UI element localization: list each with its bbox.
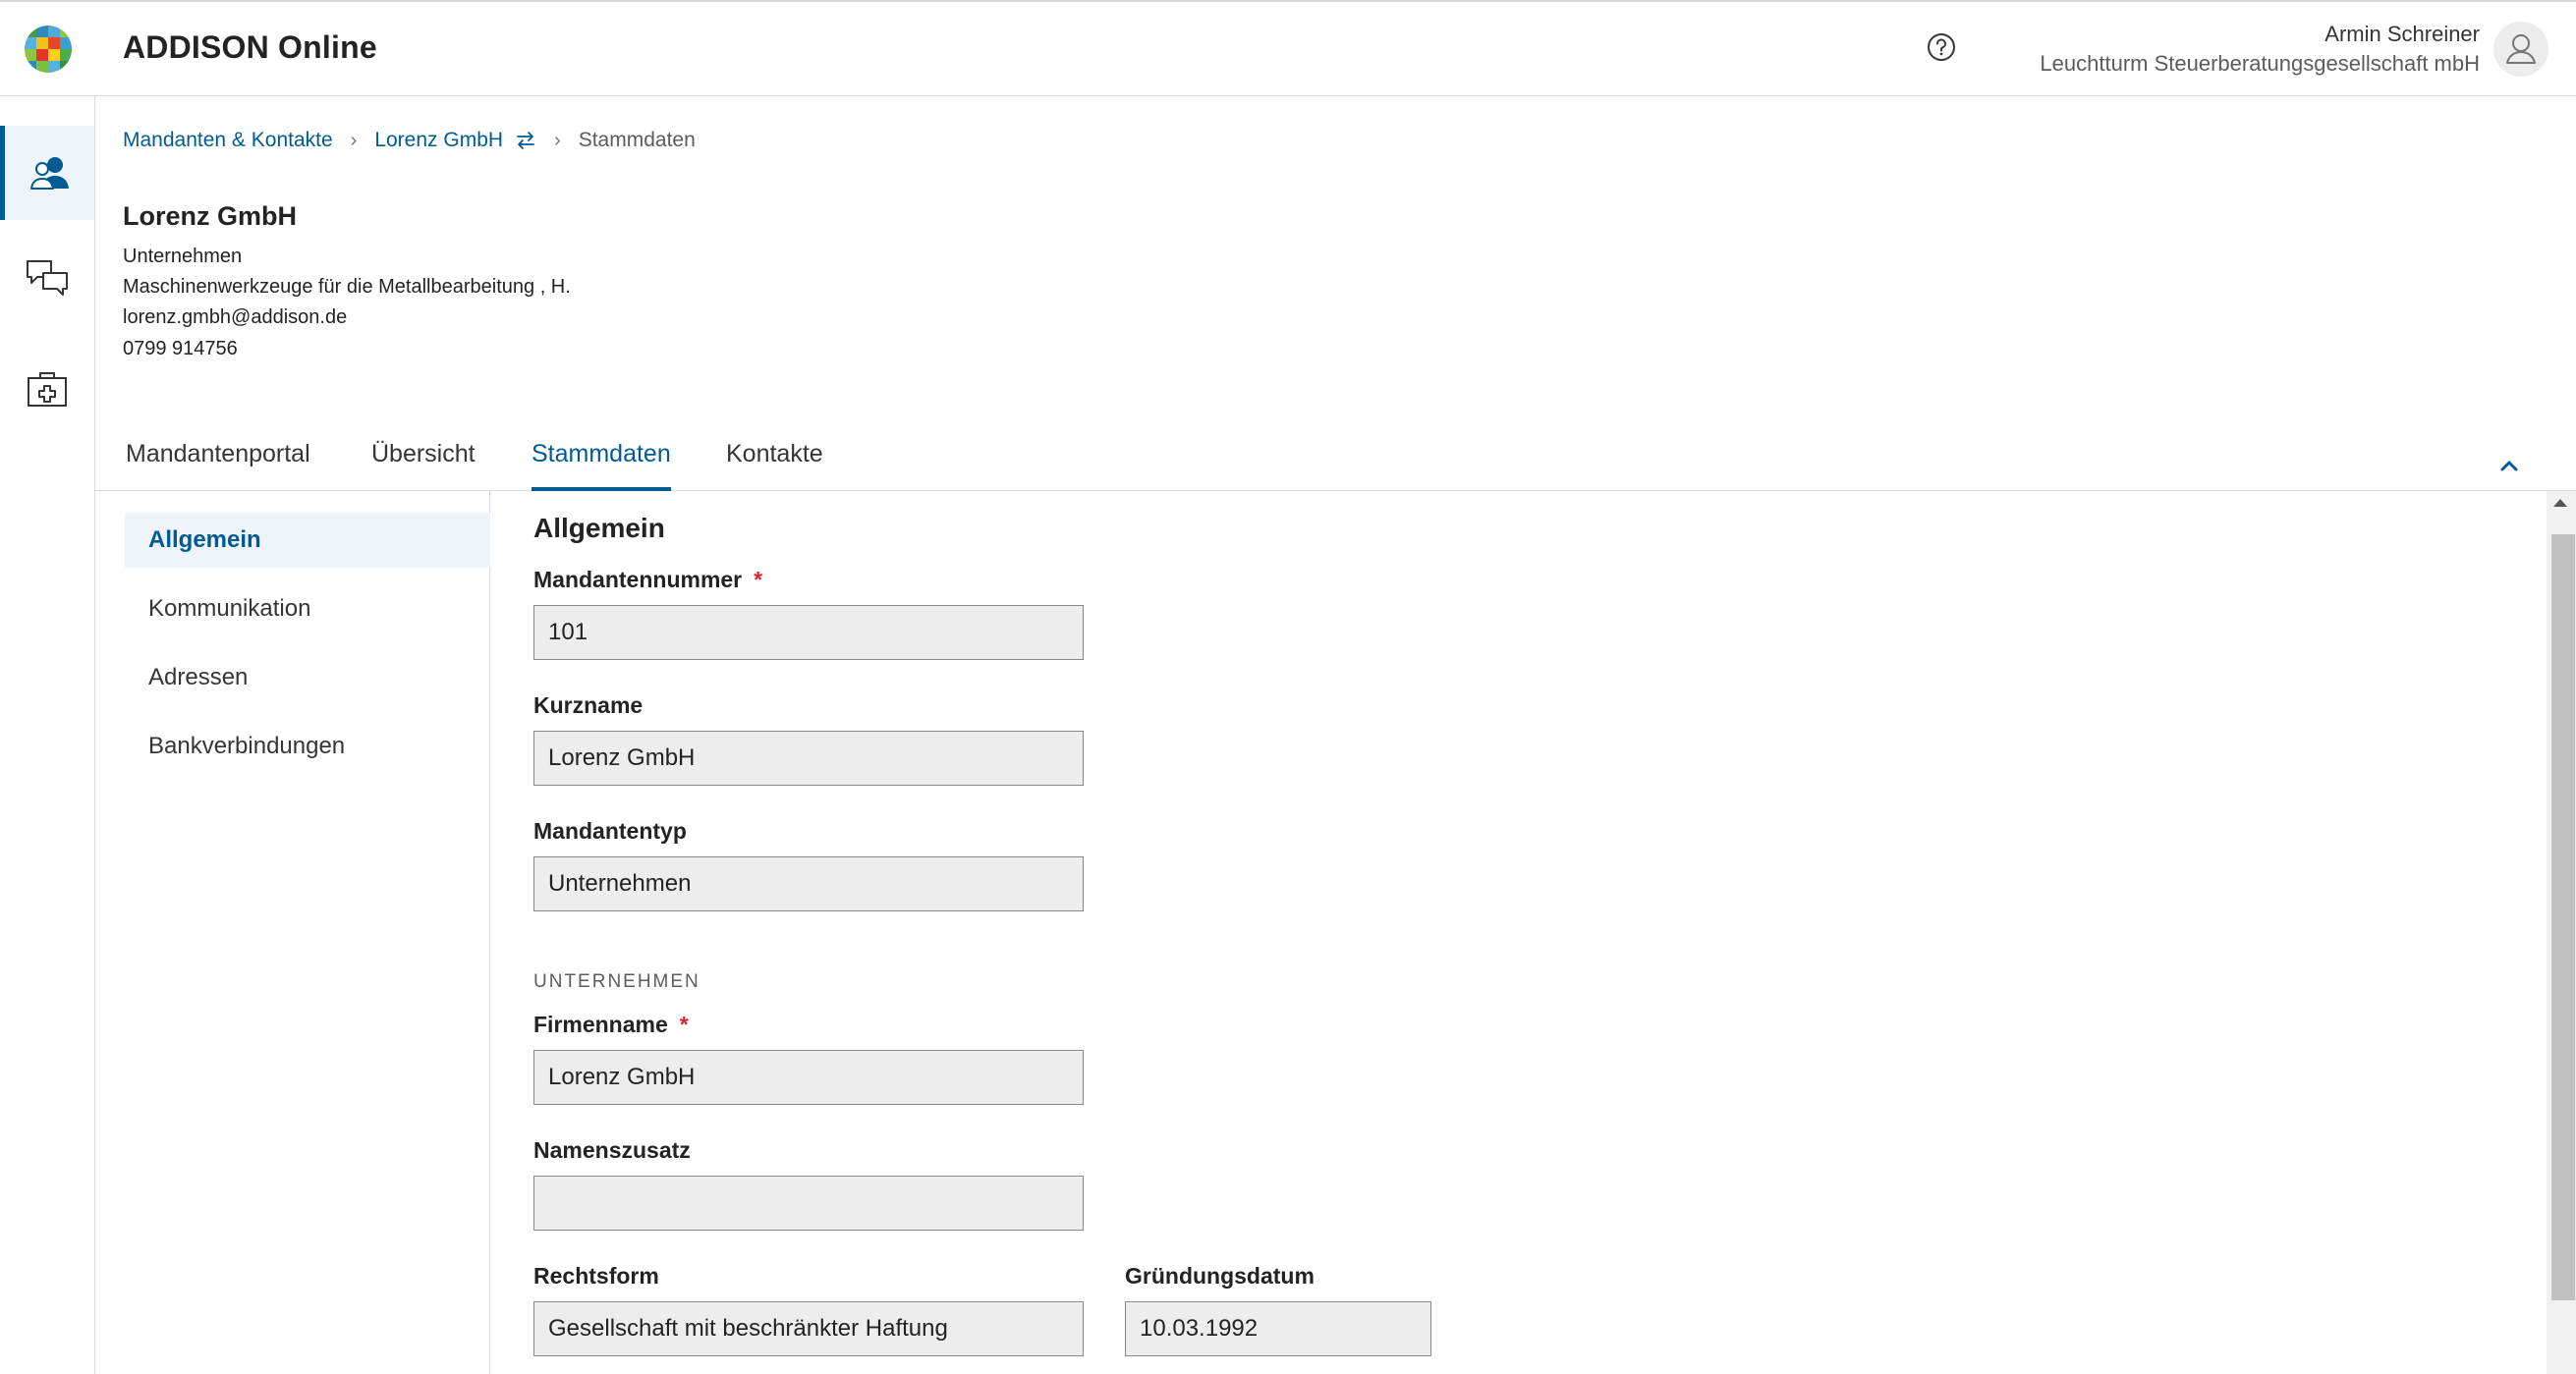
namenszusatz-field[interactable] [533,1176,1084,1231]
namenszusatz-label: Namenszusatz [533,1137,691,1163]
chevron-right-icon: › [350,129,358,151]
subnav-item-bankverbindungen[interactable]: Bankverbindungen [125,719,490,774]
rail-item-services[interactable] [0,342,94,436]
rail-item-clients[interactable] [0,126,94,220]
user-organization: Leuchtturm Steuerberatungsgesellschaft m… [2040,51,2480,76]
kurzname-label: Kurzname [533,692,644,718]
subnav-item-adressen[interactable]: Adressen [125,650,490,705]
required-marker: * [679,1012,689,1037]
required-marker: * [754,567,763,592]
first-aid-kit-icon [28,372,67,407]
breadcrumb-client-link[interactable]: Lorenz GmbH [374,129,503,152]
scroll-up-arrow-icon[interactable] [2553,499,2567,507]
gruendungsdatum-field[interactable]: 10.03.1992 [1125,1301,1431,1356]
rechtsform-label: Rechtsform [533,1263,659,1289]
form-section-title: Allgemein [533,513,665,543]
tab-uebersicht[interactable]: Übersicht [371,440,476,491]
mandantennummer-label-text: Mandantennummer [533,567,743,592]
subnav-item-allgemein[interactable]: Allgemein [125,513,490,568]
stammdaten-subnav: Allgemein Kommunikation Adressen Bankver… [95,491,490,1374]
mandantennummer-label: Mandantennummer * [533,567,762,593]
left-rail [0,96,95,1374]
client-industry: Maschinenwerkzeuge für die Metallbearbei… [123,276,571,298]
user-icon [2506,34,2536,64]
breadcrumb: Mandanten & Kontakte › Lorenz GmbH › Sta… [123,126,696,155]
mandantentyp-label: Mandantentyp [533,818,687,844]
mandantentyp-field[interactable]: Unternehmen [533,856,1084,911]
client-phone: 0799 914756 [123,338,238,359]
chevron-right-icon: › [554,129,561,151]
client-type: Unternehmen [123,246,243,267]
chevron-up-icon[interactable] [2495,452,2523,479]
client-tabs: Mandantenportal Übersicht Stammdaten Kon… [95,422,2576,491]
client-name: Lorenz GmbH [123,201,298,231]
kurzname-field[interactable]: Lorenz GmbH [533,731,1084,786]
tab-kontakte[interactable]: Kontakte [726,440,823,491]
firmenname-field[interactable]: Lorenz GmbH [533,1050,1084,1105]
user-name: Armin Schreiner [2324,22,2480,46]
app-root: ADDISON Online Armin Schreiner Leuchttur… [0,0,2576,1374]
chat-icon [27,260,68,296]
subnav-item-kommunikation[interactable]: Kommunikation [125,581,490,636]
firmenname-label: Firmenname * [533,1012,689,1038]
avatar[interactable] [2493,22,2548,77]
firmenname-label-text: Firmenname [533,1012,668,1037]
top-bar: ADDISON Online Armin Schreiner Leuchttur… [0,0,2576,96]
mandantennummer-field[interactable]: 101 [533,605,1084,660]
clients-icon [29,157,69,190]
rechtsform-field[interactable]: Gesellschaft mit beschränkter Haftung [533,1301,1084,1356]
section-heading-unternehmen: UNTERNEHMEN [533,971,700,992]
logo-icon[interactable] [25,26,72,73]
scrollbar-thumb[interactable] [2551,534,2575,1300]
client-email: lorenz.gmbh@addison.de [123,306,348,328]
tab-mandantenportal[interactable]: Mandantenportal [126,440,310,491]
breadcrumb-root-link[interactable]: Mandanten & Kontakte [123,129,333,152]
breadcrumb-current: Stammdaten [578,129,696,151]
switch-client-icon[interactable] [515,130,536,151]
help-icon[interactable] [1926,31,1957,63]
tab-stammdaten[interactable]: Stammdaten [532,440,671,491]
rail-item-messages[interactable] [0,232,94,326]
gruendungsdatum-label: Gründungsdatum [1125,1263,1315,1289]
app-title: ADDISON Online [123,29,377,65]
